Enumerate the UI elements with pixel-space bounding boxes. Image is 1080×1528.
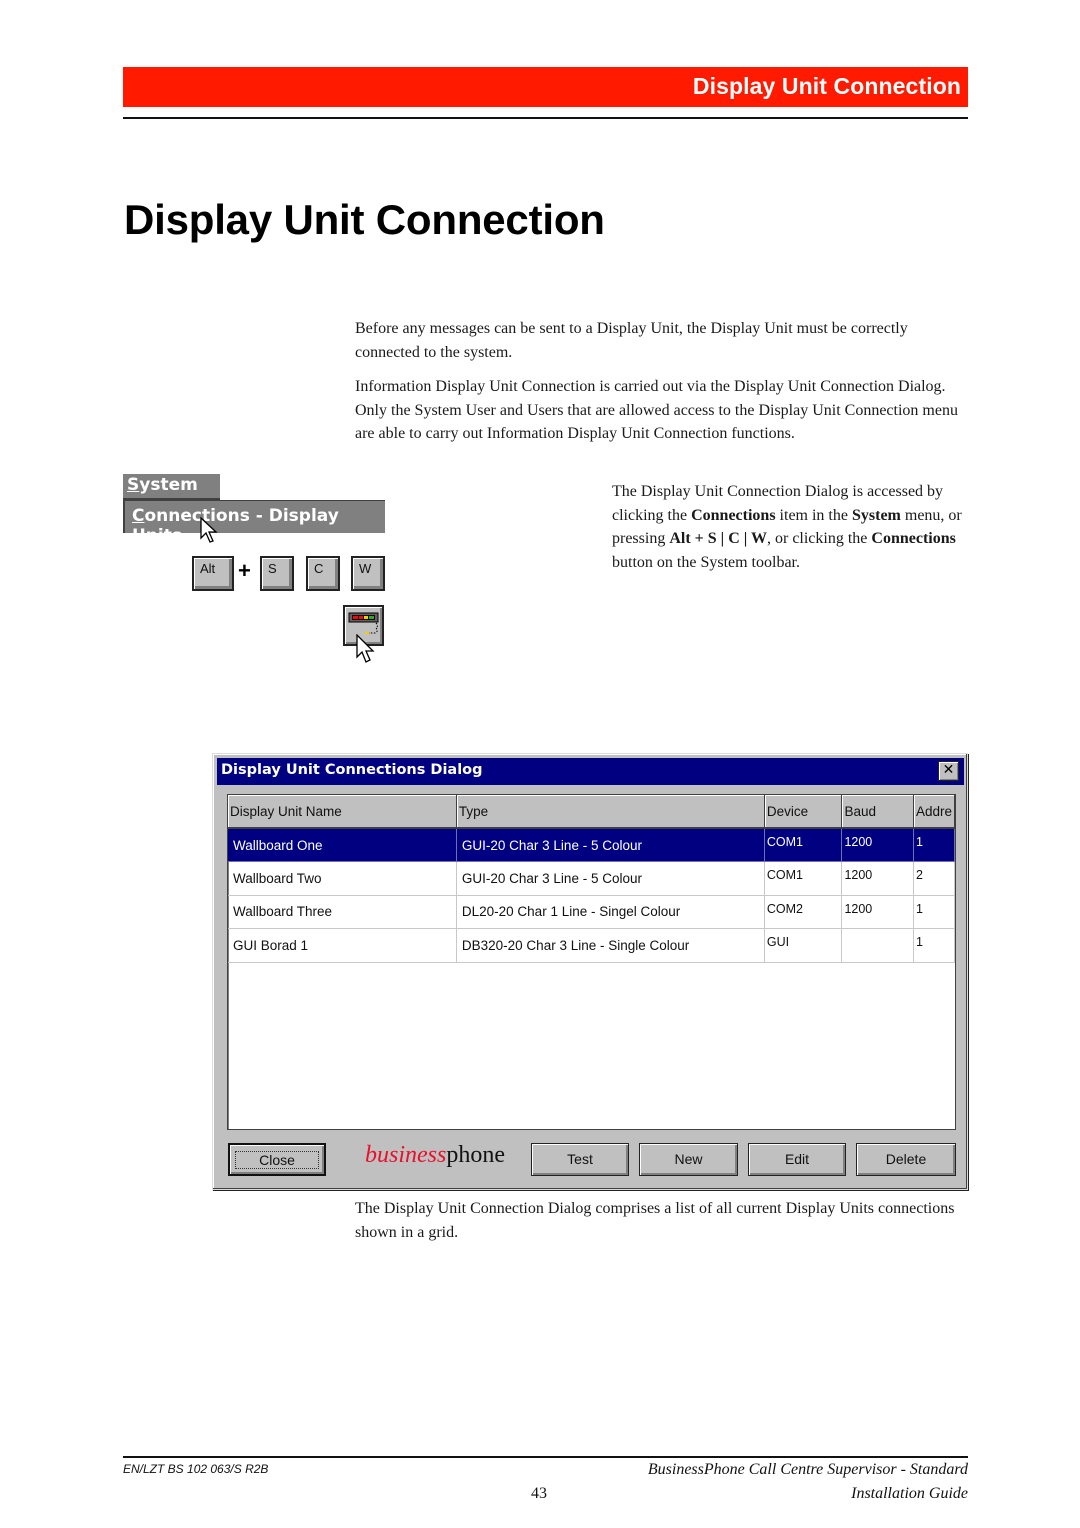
- table-header-row: Display Unit Name Type Device Baud Addre: [228, 795, 955, 829]
- cell-baud[interactable]: 1200: [841, 861, 914, 896]
- cell-device[interactable]: GUI: [764, 928, 843, 963]
- paragraph-grid-description: The Display Unit Connection Dialog compr…: [355, 1200, 955, 1241]
- bold-system: System: [851, 506, 901, 524]
- connections-table: Display Unit Name Type Device Baud Addre…: [228, 795, 955, 963]
- cell-address[interactable]: 1: [913, 828, 955, 862]
- cell-type[interactable]: GUI-20 Char 3 Line - 5 Colour: [456, 861, 765, 896]
- test-button[interactable]: Test: [531, 1143, 629, 1176]
- cell-address[interactable]: 1: [913, 928, 955, 963]
- delete-button[interactable]: Delete: [856, 1143, 956, 1176]
- mouse-pointer-icon: [200, 517, 218, 543]
- close-button-label: Close: [235, 1151, 319, 1169]
- cell-type[interactable]: GUI-20 Char 3 Line - 5 Colour: [456, 828, 765, 862]
- cell-baud[interactable]: 1200: [841, 828, 914, 862]
- cell-device[interactable]: COM1: [764, 828, 843, 862]
- column-header-baud[interactable]: Baud: [841, 795, 914, 829]
- logo-part-phone: phone: [446, 1142, 505, 1168]
- menu-item-connections[interactable]: Connections - Display Units: [123, 500, 385, 546]
- menu-item-accelerator: C: [132, 506, 145, 526]
- paragraph-how-to-open: The Display Unit Connection Dialog is ac…: [612, 480, 972, 574]
- document-title: BusinessPhone Call Centre Supervisor - S…: [647, 1461, 968, 1478]
- cell-type[interactable]: DL20-20 Char 1 Line - Singel Colour: [456, 895, 765, 929]
- cell-device[interactable]: COM1: [764, 861, 843, 896]
- new-button[interactable]: New: [639, 1143, 738, 1176]
- text: button on the System toolbar.: [612, 553, 800, 571]
- banner-title: Display Unit Connection: [692, 73, 961, 99]
- page-number: 43: [531, 1485, 547, 1502]
- mouse-pointer-icon: [356, 634, 375, 663]
- edit-button[interactable]: Edit: [748, 1143, 846, 1176]
- bold-connections: Connections: [691, 506, 776, 524]
- menu-label: ystem: [139, 475, 198, 495]
- header-rule: [123, 117, 968, 119]
- column-header-device[interactable]: Device: [764, 795, 843, 829]
- key-s: S: [260, 556, 294, 591]
- cell-name[interactable]: Wallboard One: [228, 828, 457, 862]
- cell-baud[interactable]: [841, 928, 914, 963]
- key-w: W: [351, 556, 385, 591]
- text: item in the: [775, 506, 852, 524]
- menu-accelerator: S: [127, 475, 140, 495]
- header-banner: Display Unit Connection: [123, 67, 968, 107]
- menu-item-label: onnections - Display Units: [132, 506, 339, 546]
- table-row[interactable]: Wallboard Two GUI-20 Char 3 Line - 5 Col…: [228, 861, 955, 896]
- dialog-titlebar[interactable]: Display Unit Connections Dialog ✕: [217, 758, 964, 785]
- connections-grid[interactable]: Display Unit Name Type Device Baud Addre…: [227, 794, 956, 1130]
- key-c: C: [306, 556, 340, 591]
- cell-baud[interactable]: 1200: [841, 895, 914, 929]
- footer-rule: [123, 1456, 968, 1458]
- cell-name[interactable]: GUI Borad 1: [228, 928, 457, 963]
- close-button[interactable]: Close: [228, 1143, 326, 1176]
- paragraph-intro: Before any messages can be sent to a Dis…: [355, 320, 908, 361]
- column-header-type[interactable]: Type: [456, 795, 765, 829]
- column-header-name[interactable]: Display Unit Name: [228, 795, 457, 829]
- bold-shortcut: Alt + S | C | W: [669, 530, 767, 547]
- cell-name[interactable]: Wallboard Three: [228, 895, 457, 929]
- paragraph-access: Information Display Unit Connection is c…: [355, 378, 958, 442]
- logo-part-business: business: [365, 1142, 447, 1168]
- plus-sign: +: [238, 558, 251, 583]
- bold-connections-button: Connections: [871, 530, 956, 547]
- close-icon[interactable]: ✕: [938, 761, 959, 781]
- cell-device[interactable]: COM2: [764, 895, 843, 929]
- table-row[interactable]: GUI Borad 1 DB320-20 Char 3 Line - Singl…: [228, 928, 955, 963]
- cell-type[interactable]: DB320-20 Char 3 Line - Single Colour: [456, 928, 765, 963]
- cell-address[interactable]: 2: [913, 861, 955, 896]
- column-header-address[interactable]: Addre: [913, 795, 955, 829]
- table-row[interactable]: Wallboard One GUI-20 Char 3 Line - 5 Col…: [228, 828, 955, 862]
- cell-name[interactable]: Wallboard Two: [228, 861, 457, 896]
- key-alt: Alt: [192, 556, 234, 591]
- businessphone-logo: businessphone: [365, 1142, 505, 1169]
- dialog-title: Display Unit Connections Dialog: [221, 762, 483, 778]
- system-menu[interactable]: System: [123, 474, 220, 500]
- document-subtitle: Installation Guide: [851, 1485, 968, 1502]
- document-id: EN/LZT BS 102 063/S R2B: [123, 1462, 269, 1476]
- table-row[interactable]: Wallboard Three DL20-20 Char 1 Line - Si…: [228, 895, 955, 929]
- page-title: Display Unit Connection: [124, 196, 605, 243]
- display-unit-connections-dialog: Display Unit Connections Dialog ✕ Displa…: [212, 753, 968, 1190]
- cell-address[interactable]: 1: [913, 895, 955, 929]
- text: , or clicking the: [766, 530, 872, 547]
